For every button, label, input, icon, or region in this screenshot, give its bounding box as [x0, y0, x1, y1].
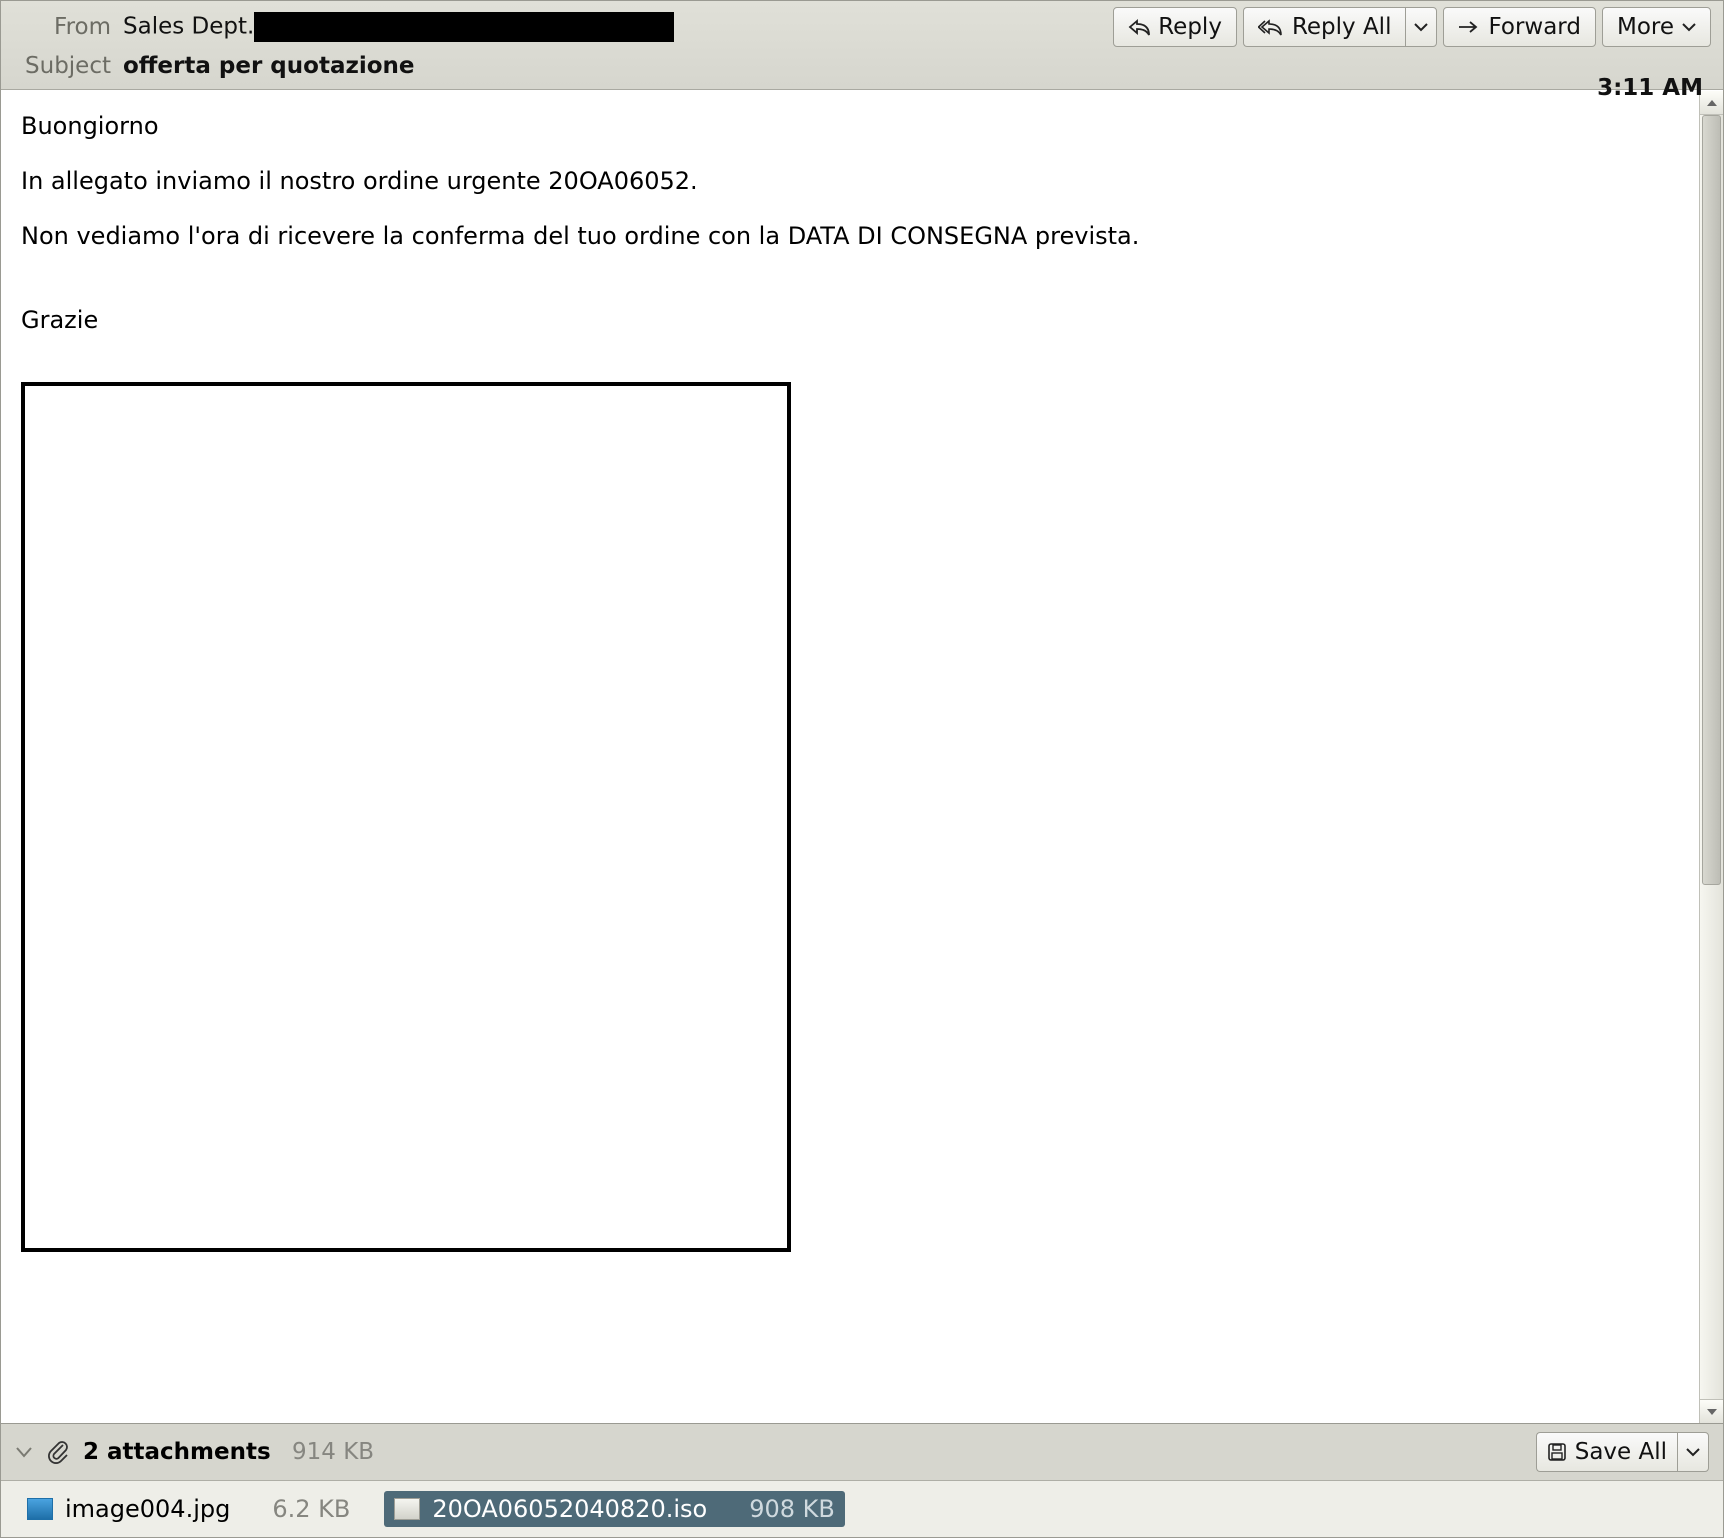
scroll-track[interactable]	[1700, 115, 1723, 1399]
reply-label: Reply	[1158, 14, 1222, 40]
scroll-up-button[interactable]	[1700, 91, 1723, 115]
body-line: Buongiorno	[21, 109, 1679, 144]
from-value: Sales Dept.	[123, 12, 674, 42]
reply-all-dropdown[interactable]	[1405, 7, 1437, 47]
forward-icon	[1458, 20, 1480, 34]
chevron-down-icon	[1414, 22, 1428, 32]
reply-all-label: Reply All	[1292, 14, 1392, 40]
attachment-name: image004.jpg	[65, 1495, 230, 1523]
reply-icon	[1128, 18, 1150, 36]
image-file-icon	[27, 1498, 53, 1520]
generic-file-icon	[394, 1498, 420, 1520]
paperclip-icon	[47, 1439, 69, 1465]
chevron-down-icon	[1682, 22, 1696, 32]
attachments-toggle[interactable]	[15, 1445, 33, 1459]
body-line: Grazie	[21, 303, 1679, 338]
subject-value: offerta per quotazione	[123, 53, 415, 79]
message-body: Buongiorno In allegato inviamo il nostro…	[1, 91, 1699, 1423]
save-all-button[interactable]: Save All	[1536, 1432, 1677, 1472]
forward-button[interactable]: Forward	[1443, 7, 1596, 47]
message-time: 3:11 AM	[1597, 75, 1703, 101]
from-name: Sales Dept.	[123, 14, 254, 40]
body-line: Non vediamo l'ora di ricevere la conferm…	[21, 219, 1679, 254]
from-label: From	[13, 14, 123, 40]
attachment-name: 20OA06052040820.iso	[432, 1495, 707, 1523]
save-all-label: Save All	[1575, 1439, 1667, 1465]
attachment-item[interactable]: 20OA06052040820.iso 908 KB	[384, 1491, 845, 1527]
reply-all-icon	[1258, 18, 1284, 36]
scroll-thumb[interactable]	[1702, 115, 1721, 885]
attachments-total-size: 914 KB	[285, 1439, 374, 1465]
attachments-count: 2 attachments	[83, 1439, 271, 1465]
save-icon	[1547, 1442, 1567, 1462]
vertical-scrollbar[interactable]	[1699, 91, 1723, 1423]
subject-label: Subject	[13, 53, 123, 79]
message-header: From Sales Dept. Reply	[1, 1, 1723, 90]
attachments-bar: 2 attachments 914 KB Save All	[1, 1423, 1723, 1480]
body-line: In allegato inviamo il nostro ordine urg…	[21, 164, 1679, 199]
attachment-item[interactable]: image004.jpg 6.2 KB	[17, 1491, 360, 1527]
attachment-size: 908 KB	[749, 1495, 835, 1523]
reply-all-button[interactable]: Reply All	[1243, 7, 1406, 47]
forward-label: Forward	[1488, 14, 1581, 40]
attachment-size: 6.2 KB	[272, 1495, 350, 1523]
more-button[interactable]: More	[1602, 7, 1711, 47]
time-value: 3:11 AM	[1597, 75, 1703, 101]
reply-button[interactable]: Reply	[1113, 7, 1237, 47]
chevron-down-icon	[1686, 1447, 1700, 1457]
scroll-down-button[interactable]	[1700, 1399, 1723, 1423]
redacted-sender	[254, 12, 674, 42]
message-toolbar: Reply Reply All	[1113, 7, 1711, 47]
more-label: More	[1617, 14, 1674, 40]
attachments-list: image004.jpg 6.2 KB 20OA06052040820.iso …	[1, 1480, 1723, 1537]
save-all-dropdown[interactable]	[1677, 1432, 1709, 1472]
embedded-image-placeholder	[21, 382, 791, 1252]
